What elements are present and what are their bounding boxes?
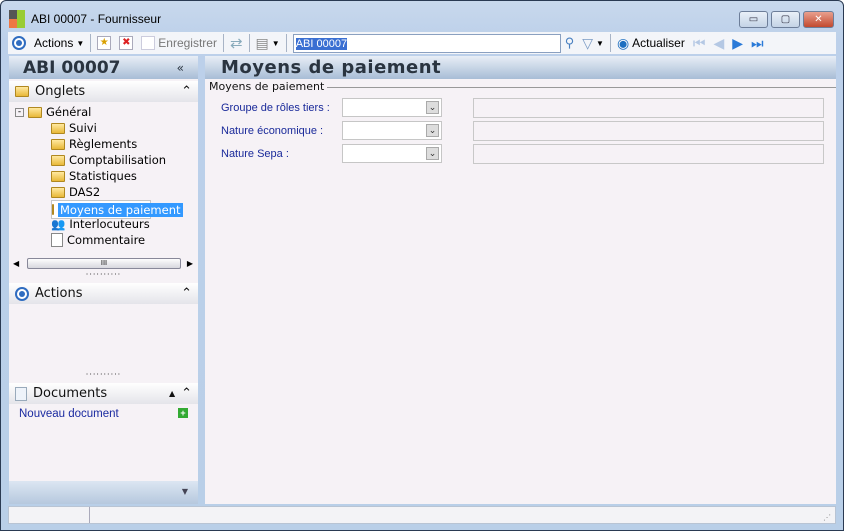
collapse-icon[interactable]: ⌃ (181, 286, 192, 301)
previous-record-icon[interactable]: ◀ (709, 35, 728, 52)
delete-button[interactable]: ✖ (115, 33, 137, 53)
field-row: Groupe de rôles tiers : ⌄ (221, 98, 442, 117)
new-document-link[interactable]: Nouveau document (19, 408, 119, 420)
resize-grip-icon[interactable]: ⋰ (819, 507, 835, 523)
readonly-field (473, 98, 824, 118)
folder-icon (51, 170, 65, 182)
folder-icon (51, 154, 65, 166)
minimize-button[interactable]: ▭ (739, 11, 768, 28)
window: ABI 00007 - Fournisseur ▭ ▢ ✕ Actions ▼ ★… (0, 0, 844, 531)
print-icon: ▤ (255, 34, 269, 51)
refresh-icon: ◉ (616, 34, 630, 51)
collapse-panel-button[interactable]: « (177, 61, 184, 75)
actions-label: Actions (34, 36, 74, 50)
search-input[interactable]: ABI 00007 (292, 33, 561, 53)
tree-item-comptabilisation[interactable]: Comptabilisation (51, 152, 166, 168)
chevron-down-icon: ⌄ (426, 101, 439, 114)
next-record-icon[interactable]: ▶ (728, 35, 747, 52)
tree-item-statistiques[interactable]: Statistiques (51, 168, 137, 184)
chevron-down-icon: ⌄ (426, 147, 439, 160)
folder-icon (28, 106, 42, 118)
refresh-label: Actualiser (632, 36, 685, 50)
window-title: ABI 00007 - Fournisseur (31, 12, 162, 26)
title-bar: ABI 00007 - Fournisseur (9, 9, 161, 29)
document-icon (15, 386, 27, 401)
splitter[interactable]: ·········· (9, 271, 198, 282)
actions-icon-button[interactable] (8, 33, 30, 53)
new-button[interactable]: ★ (93, 33, 115, 53)
groupe-roles-select[interactable]: ⌄ (342, 98, 442, 117)
tree-item-das2[interactable]: DAS2 (51, 184, 100, 200)
save-icon (141, 36, 156, 50)
onglets-section-header[interactable]: Onglets ⌃ (9, 81, 198, 102)
print-button[interactable]: ▤ ▼ (252, 33, 284, 53)
field-label: Nature Sepa : (221, 147, 289, 160)
group-label: Moyens de paiement (209, 80, 325, 93)
tree-item-general[interactable]: - Général (15, 104, 91, 120)
toolbar: Actions ▼ ★ ✖ Enregistrer ⇄ ▤ ▼ ABI 00007 … (8, 32, 836, 54)
tree-item-suivi[interactable]: Suivi (51, 120, 97, 136)
note-icon (51, 233, 63, 247)
splitter[interactable]: ·········· (9, 371, 198, 382)
scroll-right-icon[interactable]: ▶ (187, 259, 193, 268)
actions-menu-button[interactable]: Actions ▼ (30, 33, 88, 53)
readonly-field (473, 144, 824, 164)
record-title: ABI 00007 (23, 57, 121, 78)
field-label: Groupe de rôles tiers : (221, 101, 330, 114)
actions-icon (12, 36, 26, 50)
tree-item-commentaire[interactable]: Commentaire (51, 232, 145, 248)
nature-economique-select[interactable]: ⌄ (342, 121, 442, 140)
filter-button[interactable]: ▽ ▼ (578, 33, 608, 53)
maximize-button[interactable]: ▢ (771, 11, 800, 28)
refresh-button[interactable]: ◉ Actualiser (613, 33, 689, 53)
record-header: ABI 00007 « (9, 56, 198, 79)
scroll-left-icon[interactable]: ◀ (13, 259, 19, 268)
open-folder-icon (52, 204, 54, 215)
main-panel: Moyens de paiement Moyens de paiement Gr… (205, 56, 836, 504)
documents-section-header[interactable]: Documents ▲ ⌃ (9, 383, 198, 404)
save-button[interactable]: Enregistrer (137, 33, 221, 53)
new-icon: ★ (97, 36, 112, 50)
sync-icon: ⇄ (229, 35, 243, 52)
field-label: Nature économique : (221, 124, 324, 137)
page-title: Moyens de paiement (205, 56, 836, 79)
left-panel: ABI 00007 « Onglets ⌃ - Général Suivi Règle… (9, 56, 198, 504)
nature-sepa-select[interactable]: ⌄ (342, 144, 442, 163)
panel-menu-button[interactable]: ▼ (9, 481, 198, 504)
filter-icon: ▽ (582, 34, 594, 51)
tree-item-interlocuteurs[interactable]: 👥 Interlocuteurs (51, 216, 150, 232)
delete-icon: ✖ (119, 36, 134, 50)
tabs-tree: - Général Suivi Règlements Comptabilisati… (9, 102, 198, 253)
actions-icon (15, 286, 29, 301)
contacts-icon: 👥 (51, 217, 66, 231)
search-button[interactable]: ⚲ (561, 33, 579, 53)
folder-icon (15, 86, 29, 97)
sync-button[interactable]: ⇄ (226, 33, 247, 53)
app-icon (9, 10, 25, 28)
collapse-icon[interactable]: ⌃ (181, 386, 192, 401)
folder-icon (51, 122, 65, 134)
first-record-icon[interactable]: ⏮ (689, 35, 710, 52)
actions-section-header[interactable]: Actions ⌃ (9, 283, 198, 304)
status-bar: ⋰ (8, 506, 836, 524)
readonly-field (473, 121, 824, 141)
last-record-icon[interactable]: ⏭ (747, 35, 768, 52)
folder-icon (51, 138, 65, 150)
folder-icon (51, 186, 65, 198)
search-icon: ⚲ (564, 35, 575, 50)
chevron-down-icon: ⌄ (426, 124, 439, 137)
add-icon[interactable]: + (178, 408, 188, 418)
scroll-thumb[interactable]: III (27, 258, 181, 269)
field-row: Nature économique : ⌄ (221, 121, 442, 140)
collapse-icon[interactable]: ⌃ (181, 84, 192, 99)
actions-title: Actions (35, 286, 83, 301)
horizontal-scrollbar[interactable]: ◀ III ▶ (9, 256, 198, 271)
close-button[interactable]: ✕ (803, 11, 834, 28)
onglets-title: Onglets (35, 84, 86, 99)
field-row: Nature Sepa : ⌄ (221, 144, 442, 163)
documents-title: Documents (33, 386, 108, 401)
tree-item-reglements[interactable]: Règlements (51, 136, 137, 152)
save-label: Enregistrer (158, 36, 217, 50)
expand-icon[interactable]: ▲ (169, 389, 175, 398)
